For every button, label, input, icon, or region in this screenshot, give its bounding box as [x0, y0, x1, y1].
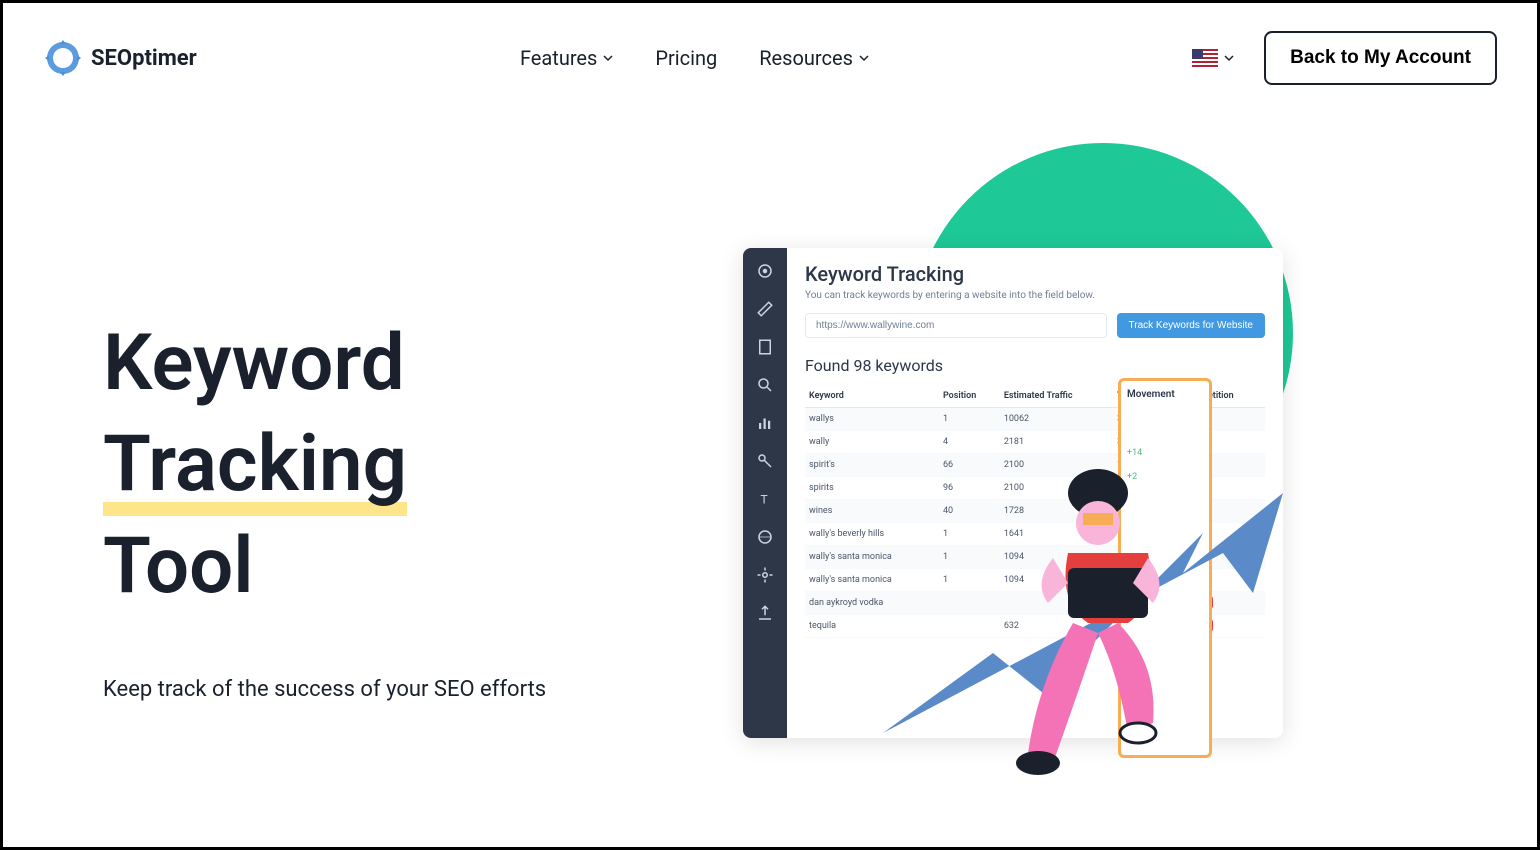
- cell-traffic: 10062: [1000, 408, 1113, 431]
- nav-resources[interactable]: Resources: [759, 46, 869, 70]
- panel-subtitle: You can track keywords by entering a web…: [805, 290, 1265, 301]
- chart-icon[interactable]: [756, 414, 774, 432]
- website-url-input[interactable]: [805, 313, 1107, 338]
- page-title: Keyword Tracking Tool: [103, 313, 663, 617]
- cell-position: 1: [939, 408, 1000, 431]
- main: Keyword Tracking Tool Keep track of the …: [3, 113, 1537, 702]
- nav: Features Pricing Resources: [520, 46, 869, 70]
- cell-keyword: wallys: [805, 408, 939, 431]
- nav-features[interactable]: Features: [520, 46, 613, 70]
- cell-position: 4: [939, 431, 1000, 454]
- panel-title: Keyword Tracking: [805, 262, 1265, 286]
- header: SEOptimer Features Pricing Resources Bac…: [3, 3, 1537, 113]
- font-icon[interactable]: T: [756, 490, 774, 508]
- th-keyword[interactable]: Keyword: [805, 385, 939, 408]
- panel-sidebar: T: [743, 248, 787, 738]
- back-to-account-button[interactable]: Back to My Account: [1264, 31, 1497, 85]
- chevron-down-icon: [603, 53, 613, 63]
- document-icon[interactable]: [756, 338, 774, 356]
- nav-resources-label: Resources: [759, 46, 853, 70]
- language-selector[interactable]: [1192, 49, 1234, 67]
- hero-visual: T Keyword Tracking You can track keyword…: [723, 173, 1437, 702]
- logo-text: SEOptimer: [91, 46, 197, 71]
- nav-pricing[interactable]: Pricing: [655, 46, 717, 70]
- cell-traffic: 2181: [1000, 431, 1113, 454]
- cell-keyword: wally: [805, 431, 939, 454]
- th-traffic[interactable]: Estimated Traffic: [1000, 385, 1113, 408]
- us-flag-icon: [1192, 49, 1218, 67]
- hero-text: Keyword Tracking Tool Keep track of the …: [103, 173, 663, 702]
- person-illustration: [998, 463, 1228, 813]
- svg-text:T: T: [761, 493, 768, 507]
- settings-icon[interactable]: [756, 566, 774, 584]
- title-line3: Tool: [103, 521, 254, 612]
- th-position[interactable]: Position: [939, 385, 1000, 408]
- track-keywords-button[interactable]: Track Keywords for Website: [1117, 313, 1265, 338]
- logo-icon: [43, 38, 83, 78]
- upload-icon[interactable]: [756, 604, 774, 622]
- edit-icon[interactable]: [756, 300, 774, 318]
- page-subtitle: Keep track of the success of your SEO ef…: [103, 677, 663, 702]
- chevron-down-icon: [859, 53, 869, 63]
- nav-pricing-label: Pricing: [655, 46, 717, 70]
- gear-icon[interactable]: [756, 262, 774, 280]
- header-right: Back to My Account: [1192, 31, 1497, 85]
- nav-features-label: Features: [520, 46, 597, 70]
- found-keywords-label: Found 98 keywords: [805, 356, 1265, 375]
- input-row: Track Keywords for Website: [805, 313, 1265, 338]
- movement-header: Movement: [1127, 389, 1203, 400]
- key-icon[interactable]: [756, 452, 774, 470]
- title-line2: Tracking: [103, 414, 407, 515]
- title-line1: Keyword: [103, 318, 405, 409]
- movement-value-1: +14: [1127, 448, 1203, 458]
- logo[interactable]: SEOptimer: [43, 38, 197, 78]
- globe-icon[interactable]: [756, 528, 774, 546]
- search-icon[interactable]: [756, 376, 774, 394]
- chevron-down-icon: [1224, 53, 1234, 63]
